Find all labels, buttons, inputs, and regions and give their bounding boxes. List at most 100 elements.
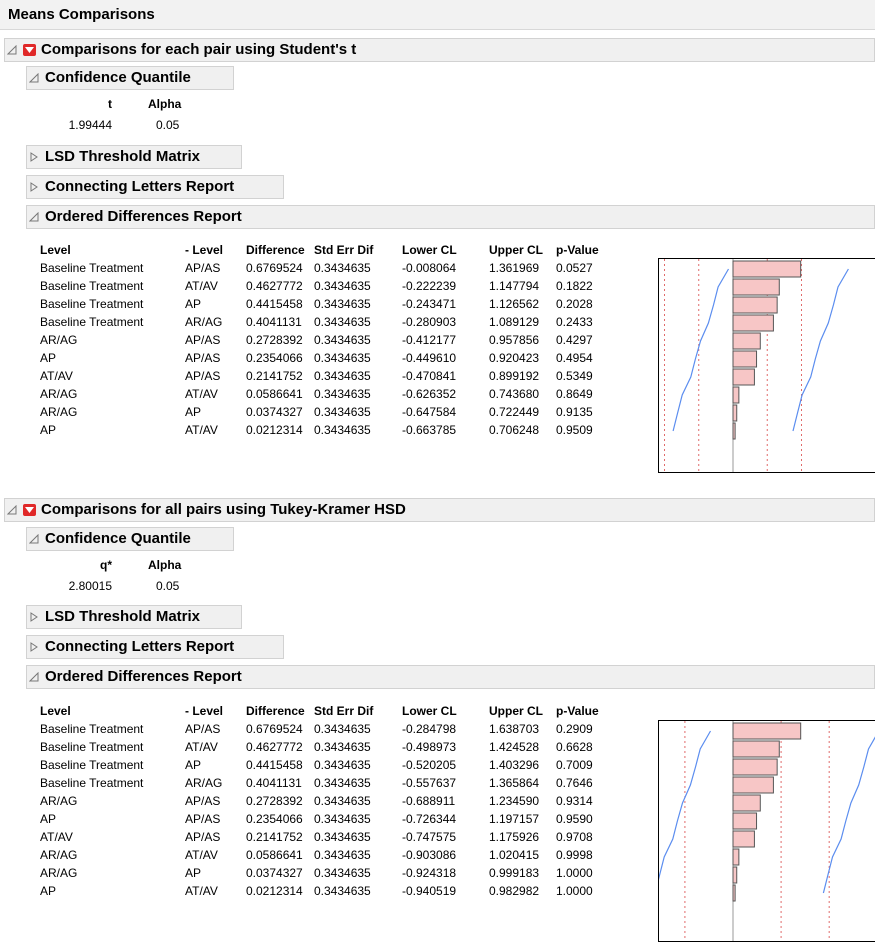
table-cell: 1.638703 — [489, 722, 540, 736]
connecting-letters-header[interactable]: Connecting Letters Report — [26, 175, 284, 199]
difference-bar — [732, 794, 761, 812]
table-cell: 1.365864 — [489, 776, 540, 790]
collapse-triangle-icon[interactable] — [27, 210, 41, 224]
ordered-differences-table: Level - Level Difference Std Err Dif Low… — [40, 702, 606, 900]
table-cell: 0.9509 — [556, 423, 593, 437]
difference-bar — [732, 758, 778, 776]
table-cell: AP/AS — [185, 333, 221, 347]
table-row: AT/AV AP/AS 0.2141752 0.3434635 -0.747575 1.1… — [40, 828, 606, 846]
table-cell: AP/AS — [185, 369, 221, 383]
stat-label: q* — [100, 558, 112, 572]
red-triangle-menu-icon[interactable] — [23, 504, 36, 516]
difference-chart-svg — [664, 259, 849, 472]
difference-bar — [732, 740, 780, 758]
difference-bar — [732, 368, 755, 386]
table-cell: -0.498973 — [402, 740, 457, 754]
difference-bar — [732, 386, 740, 404]
table-cell: -0.412177 — [402, 333, 457, 347]
red-triangle-menu-icon[interactable] — [23, 44, 36, 56]
table-cell: 0.4041131 — [246, 776, 302, 790]
section2-header[interactable]: Comparisons for all pairs using Tukey-Kr… — [4, 498, 875, 522]
reference-curve — [822, 736, 875, 894]
table-cell: AR/AG — [40, 333, 78, 347]
table-cell: 0.6628 — [556, 740, 593, 754]
table-cell: 0.3434635 — [314, 830, 371, 844]
table-cell: 0.999183 — [489, 866, 540, 880]
table-cell: 0.3434635 — [314, 758, 371, 772]
table-cell: AP/AS — [185, 261, 221, 275]
table-cell: 0.706248 — [489, 423, 540, 437]
difference-bar — [732, 296, 778, 314]
table-cell: AR/AG — [40, 848, 78, 862]
section1-header[interactable]: Comparisons for each pair using Student'… — [4, 38, 875, 62]
col-header: - Level — [185, 243, 224, 257]
confidence-quantile-header[interactable]: Confidence Quantile — [26, 66, 234, 90]
col-header: Difference — [246, 243, 305, 257]
table-cell: AT/AV — [185, 848, 218, 862]
table-cell: -0.688911 — [402, 794, 456, 808]
table-row: Baseline Treatment AT/AV 0.4627772 0.343463… — [40, 738, 606, 756]
ordered-differences-header[interactable]: Ordered Differences Report — [26, 205, 875, 229]
table-cell: 1.197157 — [489, 812, 540, 826]
table-cell: 0.3434635 — [314, 884, 371, 898]
table-cell: 0.3434635 — [314, 776, 371, 790]
confidence-quantile-header[interactable]: Confidence Quantile — [26, 527, 234, 551]
table-cell: 0.2433 — [556, 315, 593, 329]
collapse-triangle-icon[interactable] — [5, 503, 19, 517]
table-row: Baseline Treatment AP/AS 0.6769524 0.343463… — [40, 259, 606, 277]
alpha-label: Alpha — [148, 97, 182, 111]
table-cell: 0.4297 — [556, 333, 593, 347]
difference-bar — [732, 278, 780, 296]
expand-triangle-icon[interactable] — [27, 180, 41, 194]
table-cell: -0.940519 — [402, 884, 457, 898]
col-header: Std Err Dif — [314, 243, 374, 257]
difference-bar — [732, 422, 736, 440]
table-cell: 0.9708 — [556, 830, 593, 844]
lsd-matrix-header[interactable]: LSD Threshold Matrix — [26, 145, 242, 169]
difference-bar-chart — [658, 720, 875, 942]
collapse-triangle-icon[interactable] — [27, 670, 41, 684]
col-header: p-Value — [556, 704, 599, 718]
alpha-value: 0.05 — [156, 579, 180, 593]
table-cell: 0.0212314 — [246, 884, 303, 898]
table-cell: 0.3434635 — [314, 351, 371, 365]
table-cell: -0.924318 — [402, 866, 457, 880]
table-cell: 0.9135 — [556, 405, 593, 419]
table-cell: -0.280903 — [402, 315, 457, 329]
table-cell: 0.3434635 — [314, 279, 371, 293]
collapse-triangle-icon[interactable] — [27, 71, 41, 85]
difference-chart-svg — [659, 721, 875, 941]
table-cell: 1.175926 — [489, 830, 540, 844]
lsd-matrix-header[interactable]: LSD Threshold Matrix — [26, 605, 242, 629]
expand-triangle-icon[interactable] — [27, 150, 41, 164]
table-cell: 0.2728392 — [246, 333, 303, 347]
table-cell: -0.243471 — [402, 297, 457, 311]
difference-bar — [732, 830, 755, 848]
table-cell: 0.0586641 — [246, 848, 303, 862]
stat-label: t — [108, 97, 112, 111]
table-cell: 0.3434635 — [314, 812, 371, 826]
ordered-differences-header[interactable]: Ordered Differences Report — [26, 665, 875, 689]
col-header: Level — [40, 704, 71, 718]
table-cell: AR/AG — [40, 405, 78, 419]
collapse-triangle-icon[interactable] — [5, 43, 19, 57]
expand-triangle-icon[interactable] — [27, 610, 41, 624]
table-cell: AT/AV — [185, 740, 218, 754]
connecting-letters-header[interactable]: Connecting Letters Report — [26, 635, 284, 659]
table-cell: 0.4041131 — [246, 315, 302, 329]
collapse-triangle-icon[interactable] — [27, 532, 41, 546]
difference-bar — [732, 866, 738, 884]
table-cell: -0.663785 — [402, 423, 457, 437]
expand-triangle-icon[interactable] — [27, 640, 41, 654]
table-cell: 1.424528 — [489, 740, 540, 754]
table-cell: 0.1822 — [556, 279, 593, 293]
table-cell: 0.3434635 — [314, 315, 371, 329]
table-cell: 0.7009 — [556, 758, 593, 772]
table-cell: 0.957856 — [489, 333, 540, 347]
table-cell: Baseline Treatment — [40, 722, 144, 736]
table-row: AT/AV AP/AS 0.2141752 0.3434635 -0.470841 0.8… — [40, 367, 606, 385]
table-cell: -0.284798 — [402, 722, 457, 736]
table-cell: 0.7646 — [556, 776, 593, 790]
table-cell: AP — [40, 812, 57, 826]
table-cell: Baseline Treatment — [40, 315, 144, 329]
